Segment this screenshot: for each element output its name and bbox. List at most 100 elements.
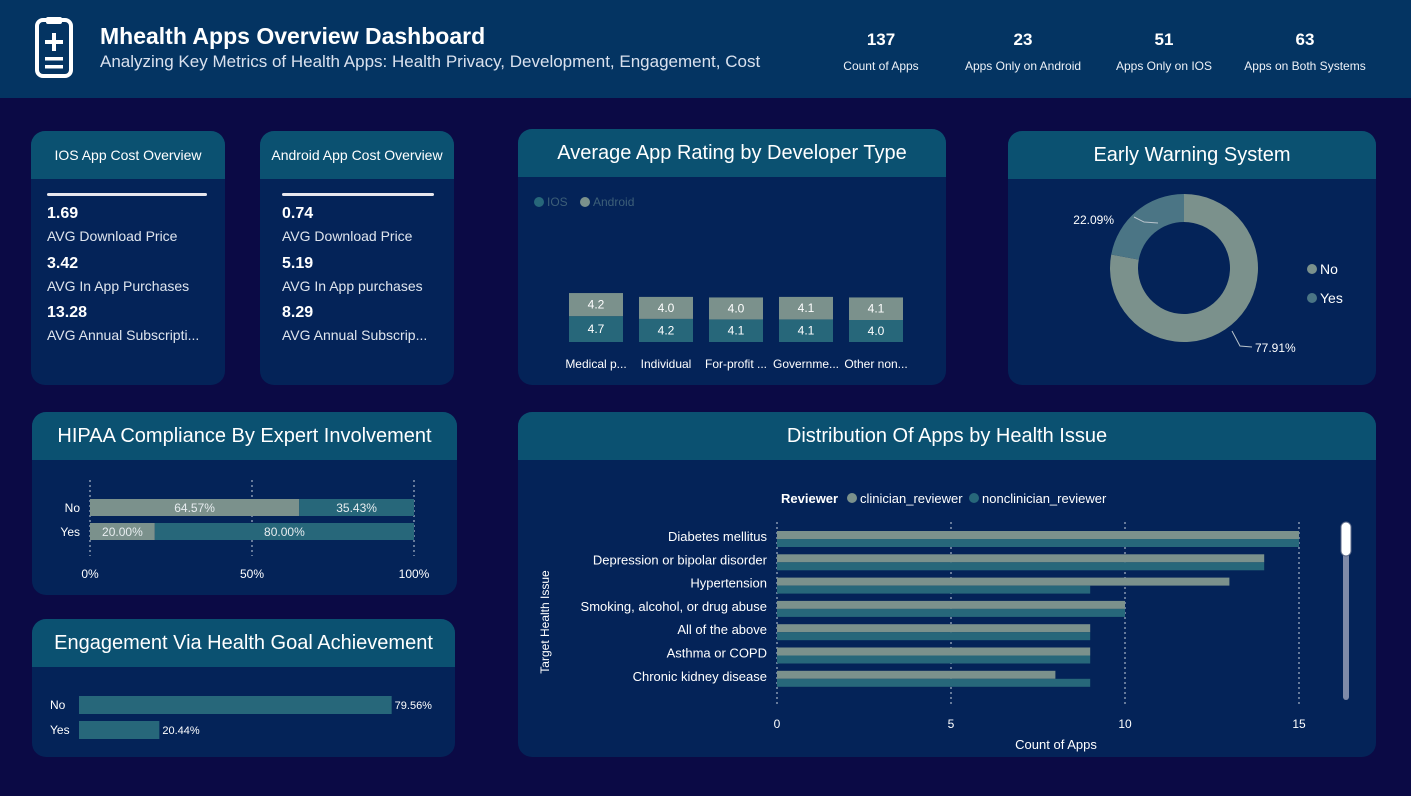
hipaa-chart: 0% 50% 100% No 64.57% 35.43% Yes 20.00% 80.00% [60,480,430,581]
kpi-value: 63 [1295,30,1315,49]
y-category-label: No [50,698,66,712]
distribution-title: Distribution Of Apps by Health Issue [518,412,1376,460]
hipaa-data-label: 80.00% [264,525,305,539]
distribution-bar [777,585,1091,594]
kpi-android-only: 23 Apps Only on Android [948,30,1098,73]
x-tick-label: 10 [1118,717,1132,731]
kpi-label: Apps on Both Systems [1244,59,1366,73]
divider [47,193,207,196]
rating-data-label: 4.1 [798,301,815,315]
hipaa-card: HIPAA Compliance By Expert Involvement 0… [32,412,457,595]
clipboard-health-icon [35,17,73,78]
y-category-label: Yes [60,525,80,539]
distribution-bar [777,632,1091,641]
y-category-label: Asthma or COPD [667,646,767,661]
legend-marker [1307,264,1317,274]
distribution-bar [777,600,1125,609]
rating-data-label: 4.1 [728,324,745,338]
kpi-label: Apps Only on IOS [1115,59,1213,73]
legend-label: IOS [547,195,568,209]
rating-category-label: Governme... [773,357,839,371]
distribution-bar [777,624,1091,633]
ios-subscription-value: 13.28 [47,304,88,321]
hipaa-data-label: 20.00% [102,525,143,539]
android-cost-card: Android App Cost Overview 0.74 AVG Downl… [260,131,454,385]
ios-cost-title: IOS App Cost Overview [31,131,225,179]
distribution-bar [777,655,1091,664]
x-tick-label: 50% [240,567,264,581]
rating-card: Average App Rating by Developer Type IOS… [518,129,946,385]
y-category-label: Smoking, alcohol, or drug abuse [581,599,767,614]
rating-data-label: 4.0 [868,324,885,338]
legend-marker [969,493,979,503]
legend-marker [534,197,544,207]
distribution-bar [777,647,1091,656]
distribution-bar [777,608,1125,617]
ios-download-price-value: 1.69 [47,205,79,222]
android-cost-title: Android App Cost Overview [260,131,454,179]
engagement-data-label: 79.56% [395,700,433,712]
donut-data-label: 77.91% [1255,341,1296,355]
donut-slice [1111,194,1184,260]
distribution-bar [777,554,1265,563]
warning-card: Early Warning System 22.09% 77.91% No Yes [1008,131,1376,385]
rating-title: Average App Rating by Developer Type [518,129,946,177]
warning-chart: 22.09% 77.91% No Yes [1073,194,1343,355]
y-category-label: No [65,501,81,515]
header: Mhealth Apps Overview Dashboard Analyzin… [0,0,1411,98]
android-download-price-label: AVG Download Price [282,228,413,244]
y-category-label: Depression or bipolar disorder [593,552,768,567]
android-inapp-value: 5.19 [282,255,314,272]
engagement-bar [79,696,392,714]
scrollbar-thumb[interactable] [1340,521,1352,557]
rating-category-label: For-profit ... [705,357,767,371]
android-download-price-value: 0.74 [282,205,314,222]
x-tick-label: 5 [948,717,955,731]
x-tick-label: 0 [774,717,781,731]
rating-data-label: 4.2 [588,298,605,312]
dashboard-subtitle: Analyzing Key Metrics of Health Apps: He… [100,52,761,71]
rating-category-label: Other non... [844,357,907,371]
kpi-value: 23 [1013,30,1033,49]
rating-data-label: 4.0 [658,301,675,315]
distribution-bar [777,562,1265,571]
legend-label: Yes [1320,290,1343,306]
legend-marker [1307,293,1317,303]
android-subscription-label: AVG Annual Subscrip... [282,327,428,343]
kpi-both-systems: 63 Apps on Both Systems [1230,30,1380,73]
kpi-label: Apps Only on Android [964,59,1082,73]
x-axis-title: Count of Apps [1015,737,1097,752]
y-category-label: Yes [50,723,70,737]
legend-label: clinician_reviewer [860,491,963,506]
y-axis-title: Target Health Issue [538,570,552,674]
engagement-card: Engagement Via Health Goal Achievement N… [32,619,455,757]
x-tick-label: 0% [81,567,99,581]
android-inapp-label: AVG In App purchases [282,278,423,294]
donut-data-label: 22.09% [1073,213,1114,227]
distribution-bar [777,670,1056,679]
y-category-label: Diabetes mellitus [668,529,767,544]
distribution-bar [777,577,1230,586]
rating-data-label: 4.1 [798,324,815,338]
x-tick-label: 100% [399,567,430,581]
legend-marker [580,197,590,207]
leader-line [1231,330,1253,348]
distribution-bar [777,531,1299,539]
legend-title: Reviewer [781,491,838,506]
dashboard-title: Mhealth Apps Overview Dashboard [100,23,486,49]
rating-data-label: 4.0 [728,301,745,315]
android-subscription-value: 8.29 [282,304,314,321]
kpi-label: Count of Apps [843,59,919,73]
ios-cost-card: IOS App Cost Overview 1.69 AVG Download … [31,131,225,385]
kpi-value: 137 [866,30,896,49]
ios-subscription-label: AVG Annual Subscripti... [47,327,200,343]
rating-category-label: Individual [641,357,692,371]
ios-inapp-label: AVG In App Purchases [47,278,190,294]
engagement-title: Engagement Via Health Goal Achievement [32,619,455,667]
distribution-chart: Reviewer clinician_reviewer nonclinician_r… [538,491,1352,752]
distribution-bar [777,539,1299,547]
hipaa-title: HIPAA Compliance By Expert Involvement [32,412,457,460]
ios-download-price-label: AVG Download Price [47,228,178,244]
divider [282,193,434,196]
hipaa-data-label: 64.57% [174,501,215,515]
